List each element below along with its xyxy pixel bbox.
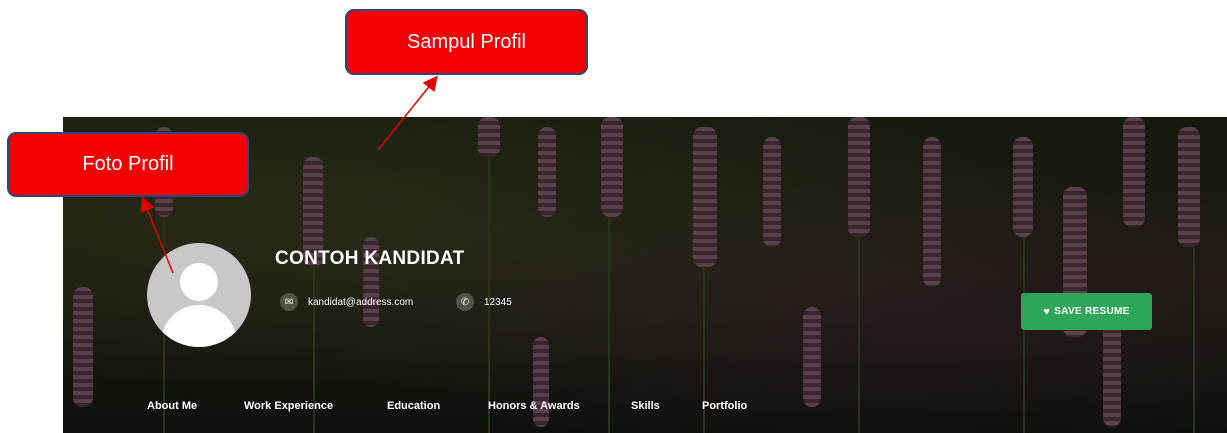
photo-callout: Foto Profil (7, 132, 249, 197)
cover-arrow (377, 75, 438, 151)
cover-callout: Sampul Profil (345, 9, 588, 75)
photo-arrow (140, 196, 174, 274)
annotation-arrows (140, 75, 438, 274)
